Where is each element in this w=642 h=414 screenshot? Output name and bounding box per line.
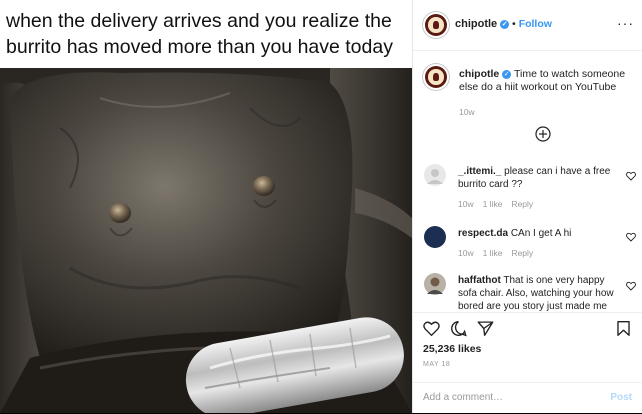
commenter-avatar[interactable]: [424, 226, 446, 248]
comment-likes[interactable]: 1 like: [483, 248, 503, 258]
add-comment-input[interactable]: Add a comment…: [423, 392, 503, 403]
meme-caption: when the delivery arrives and you realiz…: [6, 10, 393, 58]
caption-avatar[interactable]: [425, 66, 447, 88]
comment-item: haffathot That is one very happy sofa ch…: [424, 273, 636, 311]
verified-badge-icon: ✓: [500, 20, 510, 29]
comment-item: _.ittemi._ please can i have a free burr…: [424, 164, 636, 209]
reply-button[interactable]: Reply: [511, 248, 533, 258]
comment-item: respect.da CAn I get A hi 10w 1 like Reply: [424, 226, 636, 260]
comment-age: 10w: [458, 248, 474, 258]
post-image[interactable]: when the delivery arrives and you realiz…: [0, 0, 412, 413]
caption-username[interactable]: chipotle: [459, 68, 499, 80]
comment-likes[interactable]: 1 like: [483, 199, 503, 209]
chipotle-avatar[interactable]: [425, 14, 447, 36]
post-sidebar: chipotle ✓ • Follow ··· chipotle ✓ Time to …: [412, 0, 642, 413]
like-comment-heart-icon[interactable]: [626, 232, 636, 242]
more-options-icon[interactable]: ···: [617, 15, 634, 31]
caption-age: 10w: [459, 107, 475, 117]
instagram-post-view: when the delivery arrives and you realiz…: [0, 0, 642, 413]
header-username[interactable]: chipotle ✓: [455, 18, 510, 30]
comment-meta: 10w 1 like Reply: [458, 248, 542, 258]
like-comment-heart-icon[interactable]: [626, 171, 636, 181]
post-actions: 25,236 likes MAY 18: [413, 312, 642, 383]
follow-button[interactable]: • Follow: [512, 18, 552, 30]
commenter-avatar[interactable]: [424, 164, 446, 186]
leather-chair-burrito-photo: [0, 68, 412, 413]
comment-meta: 10w 1 like Reply: [458, 199, 542, 209]
comment-text: haffathot That is one very happy sofa ch…: [458, 275, 614, 311]
comment-username[interactable]: _.ittemi._: [458, 166, 501, 177]
comment-bubble-icon[interactable]: [450, 320, 467, 337]
post-header: chipotle ✓ • Follow ···: [413, 0, 642, 51]
separator-dot: •: [512, 18, 516, 30]
post-date: MAY 18: [423, 361, 451, 368]
comment-text: respect.da CAn I get A hi: [458, 228, 572, 239]
commenter-avatar[interactable]: [424, 273, 446, 295]
like-comment-heart-icon[interactable]: [626, 281, 636, 291]
comment-username[interactable]: haffathot: [458, 275, 501, 286]
comment-username[interactable]: respect.da: [458, 228, 508, 239]
reply-button[interactable]: Reply: [511, 199, 533, 209]
save-bookmark-icon[interactable]: [615, 320, 632, 337]
like-heart-icon[interactable]: [423, 320, 440, 337]
load-more-comments-icon[interactable]: [535, 126, 551, 142]
post-comment-button[interactable]: Post: [610, 392, 632, 403]
likes-count[interactable]: 25,236 likes: [423, 343, 481, 355]
post-caption: chipotle ✓ Time to watch someone else do …: [459, 68, 634, 119]
comment-text: _.ittemi._ please can i have a free burr…: [458, 166, 611, 190]
verified-badge-icon: ✓: [502, 70, 512, 79]
add-comment-bar: Add a comment… Post: [413, 382, 642, 414]
share-paper-plane-icon[interactable]: [477, 320, 494, 337]
comment-age: 10w: [458, 199, 474, 209]
